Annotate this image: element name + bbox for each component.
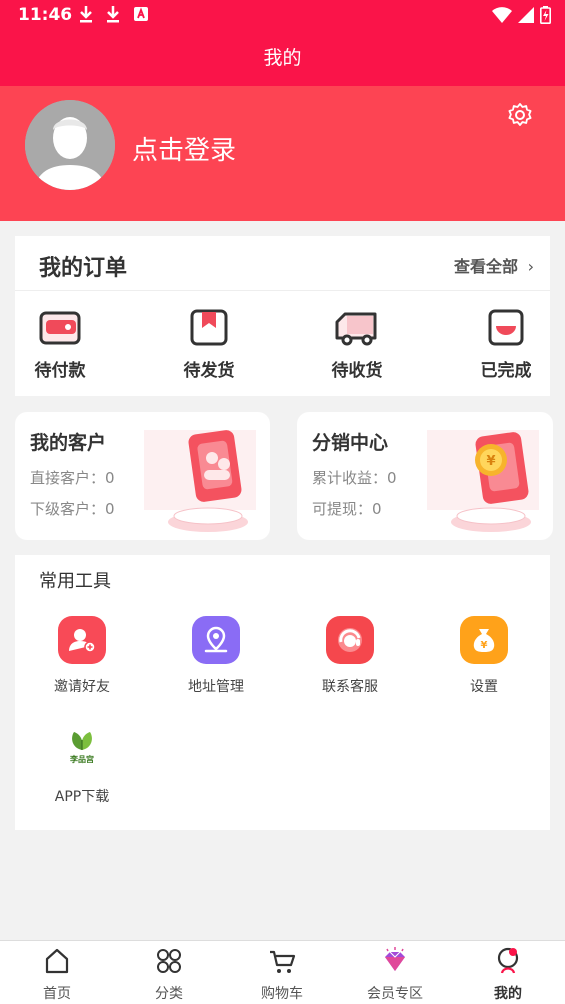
settings-button[interactable]: ¥ 设置 (429, 616, 539, 696)
order-item-label: 待付款 (34, 361, 86, 381)
tab-label: 会员专区 (367, 986, 423, 1002)
tab-home[interactable]: 首页 (12, 947, 102, 1003)
truck-icon (335, 312, 377, 346)
tab-category[interactable]: 分类 (124, 947, 214, 1003)
direct-customers: 直接客户：0 (30, 469, 115, 487)
customer-service-icon (326, 616, 374, 664)
order-item-label: 待收货 (331, 361, 383, 381)
app-download-button[interactable]: 李品宫 APP下载 (27, 726, 137, 806)
tool-label: 设置 (470, 679, 498, 695)
order-completed[interactable]: 已完成 (461, 308, 551, 381)
view-all-orders-link[interactable]: 查看全部 › (454, 253, 534, 277)
contact-support-button[interactable]: 联系客服 (295, 616, 405, 696)
wallet-icon (39, 311, 81, 345)
order-pending-receipt[interactable]: 待收货 (312, 308, 402, 381)
location-icon (192, 616, 240, 664)
order-item-label: 已完成 (480, 361, 532, 381)
invite-friends-button[interactable]: 邀请好友 (27, 616, 137, 696)
avatar[interactable] (25, 100, 115, 190)
withdrawable: 可提现：0 (312, 500, 382, 518)
download-icon (80, 6, 92, 23)
settings-gear-icon[interactable] (507, 102, 533, 128)
tool-label: 联系客服 (322, 679, 378, 695)
tools-card: 常用工具 邀请好友 地址管理 联系客服 ¥ 设置 李品宫 APP下载 (15, 555, 550, 830)
distribution-title: 分销中心 (312, 432, 389, 454)
tab-membership[interactable]: 会员专区 (350, 947, 440, 1003)
customers-illustration-icon (144, 430, 256, 532)
tab-label: 我的 (494, 986, 522, 1002)
view-all-label: 查看全部 (454, 257, 519, 276)
address-management-button[interactable]: 地址管理 (161, 616, 271, 696)
default-avatar-icon (25, 100, 115, 190)
profile-icon (497, 947, 519, 974)
battery-icon (540, 6, 551, 24)
tool-label: 地址管理 (188, 679, 244, 695)
tab-label: 首页 (43, 986, 71, 1002)
tools-title: 常用工具 (39, 571, 111, 592)
diamond-icon (385, 947, 405, 971)
divider (15, 290, 550, 291)
tab-mine[interactable]: 我的 (463, 947, 553, 1003)
tool-label: 邀请好友 (54, 679, 110, 695)
download-icon (107, 6, 119, 23)
wifi-icon (492, 7, 512, 23)
bookmark-box-icon (190, 309, 228, 346)
status-bar: 11:46 (0, 0, 565, 30)
profile-header: 点击登录 (0, 86, 565, 221)
signal-icon (518, 7, 534, 23)
svg-text:¥: ¥ (486, 454, 495, 469)
add-user-icon (58, 616, 106, 664)
page-title: 我的 (0, 30, 565, 86)
orders-title: 我的订单 (39, 256, 128, 281)
svg-text:李品宫: 李品宫 (69, 754, 94, 764)
svg-text:¥: ¥ (481, 640, 488, 651)
money-bag-icon: ¥ (460, 616, 508, 664)
text-input-icon (134, 7, 148, 21)
total-earnings: 累计收益：0 (312, 469, 397, 487)
order-pending-shipment[interactable]: 待发货 (164, 308, 254, 381)
status-time: 11:46 (18, 5, 73, 25)
order-pending-payment[interactable]: 待付款 (15, 308, 105, 381)
bottom-tab-bar: 首页 分类 购物车 会员专区 我的 (0, 940, 565, 1004)
app-logo-icon: 李品宫 (58, 726, 106, 774)
chevron-right-icon: › (527, 257, 534, 276)
home-icon (45, 948, 69, 974)
customers-title: 我的客户 (30, 432, 107, 454)
login-link[interactable]: 点击登录 (132, 130, 236, 167)
sub-customers: 下级客户：0 (30, 500, 115, 518)
my-customers-card[interactable]: 我的客户 直接客户：0 下级客户：0 (15, 412, 270, 540)
category-icon (157, 949, 181, 973)
tool-label: APP下载 (54, 789, 110, 805)
tab-label: 购物车 (261, 986, 303, 1002)
tab-cart[interactable]: 购物车 (237, 947, 327, 1003)
tab-label: 分类 (155, 986, 183, 1002)
distribution-center-card[interactable]: 分销中心 累计收益：0 可提现：0 ¥ (297, 412, 553, 540)
order-item-label: 待发货 (183, 361, 235, 381)
completed-box-icon (488, 309, 524, 346)
cart-icon (270, 950, 296, 973)
distribution-illustration-icon: ¥ (427, 430, 539, 532)
orders-card: 我的订单 查看全部 › 待付款 待发货 待收货 已完成 (15, 236, 550, 396)
